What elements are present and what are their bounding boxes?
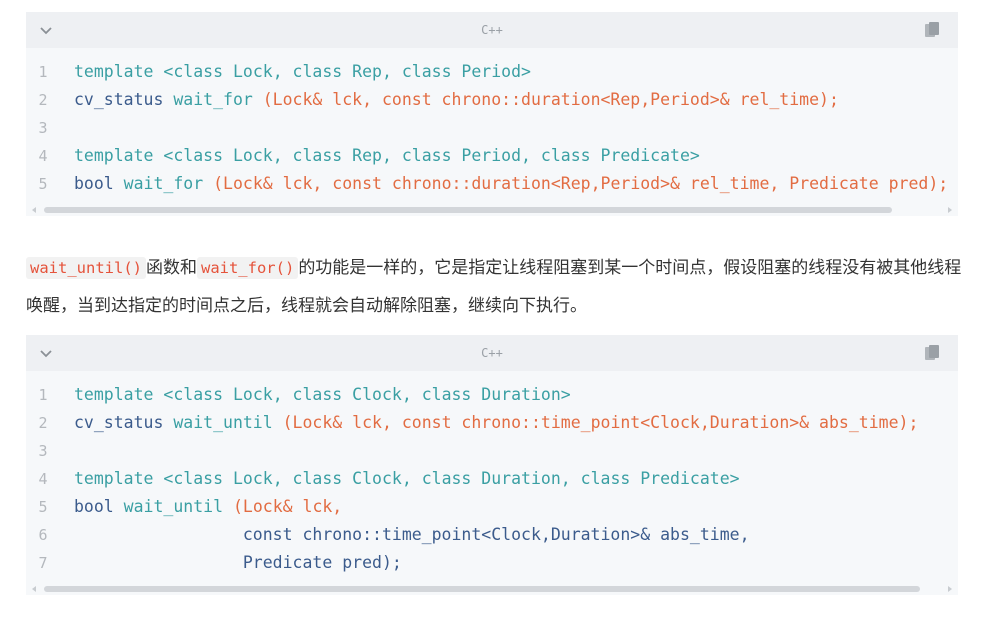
scroll-thumb[interactable] [44, 207, 892, 213]
code-line: 3 [26, 437, 958, 465]
scroll-right-arrow-icon[interactable] [948, 586, 952, 592]
code-line: 7 Predicate pred); [26, 549, 958, 577]
line-number: 2 [38, 414, 48, 432]
line-number: 4 [38, 470, 48, 488]
scroll-left-arrow-icon[interactable] [32, 586, 36, 592]
description-paragraph: wait_until() 函数和 wait_for() 的功能是一样的，它是指定让线程… [26, 249, 966, 325]
line-number: 5 [38, 175, 48, 193]
code-token: Predicate pred); [74, 553, 402, 572]
line-number: 4 [38, 147, 48, 165]
code-token: const chrono::time_point<Clock,Duration>… [74, 525, 750, 544]
code-line: 1 template <class Lock, class Clock, clas… [26, 381, 958, 409]
code-token: cv_status [74, 413, 164, 432]
line-number: 3 [38, 442, 48, 460]
code-line: 1 template <class Lock, class Rep, class … [26, 58, 958, 86]
line-number: 1 [38, 386, 48, 404]
code-token: wait_until [113, 497, 233, 516]
code-text: template <class Lock, class Rep, class P… [74, 142, 700, 170]
inline-code-wait-for: wait_for() [196, 257, 299, 279]
line-number: 3 [38, 119, 48, 137]
code-block-2: C++ 1 template <class Lock, class Clock, … [26, 335, 958, 595]
code-text: cv_status wait_for (Lock& lck, const chr… [74, 86, 839, 114]
code-text: cv_status wait_until (Lock& lck, const c… [74, 409, 918, 437]
code-line: 6 const chrono::time_point<Clock,Duratio… [26, 521, 958, 549]
code-token: wait_until [163, 413, 283, 432]
code-text: template <class Lock, class Clock, class… [74, 381, 571, 409]
code-line: 2 cv_status wait_for (Lock& lck, const ch… [26, 86, 958, 114]
code-line: 5 bool wait_until (Lock& lck, [26, 493, 958, 521]
code-token: template [74, 385, 154, 404]
code-text: const chrono::time_point<Clock,Duration>… [74, 521, 750, 549]
code-line: 4 template <class Lock, class Rep, class … [26, 142, 958, 170]
line-number: 7 [38, 554, 48, 572]
code-text: bool wait_until (Lock& lck, [74, 493, 342, 521]
code-text: template <class Lock, class Rep, class P… [74, 58, 531, 86]
code-text: template <class Lock, class Clock, class… [74, 465, 740, 493]
code-text: Predicate pred); [74, 549, 402, 577]
paragraph-text: 函数和 [145, 258, 197, 278]
code-block-1: C++ 1 template <class Lock, class Rep, cl… [26, 12, 958, 216]
code-token: template [74, 469, 154, 488]
code-body[interactable]: 1 template <class Lock, class Rep, class … [26, 48, 958, 206]
code-token: <class Lock, class Clock, class Duration… [153, 469, 740, 488]
code-token: <class Lock, class Rep, class Period, cl… [153, 146, 700, 165]
line-number: 6 [38, 526, 48, 544]
code-token: (Lock& lck, const chrono::duration<Rep,P… [262, 90, 839, 109]
horizontal-scrollbar[interactable] [28, 206, 956, 216]
line-number: 2 [38, 91, 48, 109]
code-token: <class Lock, class Rep, class Period> [153, 62, 531, 81]
code-token: wait_for [163, 90, 263, 109]
code-token: (Lock& lck, const chrono::time_point<Clo… [282, 413, 919, 432]
inline-code-wait-until: wait_until() [26, 257, 146, 279]
code-token: bool [74, 497, 114, 516]
code-line: 4 template <class Lock, class Clock, clas… [26, 465, 958, 493]
scroll-left-arrow-icon[interactable] [32, 207, 36, 213]
code-token: wait_for [113, 174, 214, 193]
horizontal-scrollbar[interactable] [28, 585, 956, 595]
code-block-header: C++ [26, 12, 958, 48]
code-token: template [74, 62, 154, 81]
line-number: 1 [38, 63, 48, 81]
scroll-right-arrow-icon[interactable] [948, 207, 952, 213]
scroll-thumb[interactable] [44, 586, 920, 592]
copy-icon[interactable] [922, 20, 942, 40]
code-token: bool [74, 174, 114, 193]
code-token: template [74, 146, 154, 165]
code-token: <class Lock, class Clock, class Duration… [153, 385, 571, 404]
code-block-header: C++ [26, 335, 958, 371]
line-number: 5 [38, 498, 48, 516]
code-line: 3 [26, 114, 958, 142]
code-token: cv_status [74, 90, 164, 109]
code-token: (Lock& lck, const chrono::duration<Rep,P… [213, 174, 949, 193]
code-language-label: C++ [481, 23, 503, 37]
code-text: bool wait_for (Lock& lck, const chrono::… [74, 170, 948, 198]
code-token: (Lock& lck, [232, 497, 343, 516]
code-language-label: C++ [481, 346, 503, 360]
copy-icon[interactable] [922, 343, 942, 363]
code-body[interactable]: 1 template <class Lock, class Clock, clas… [26, 371, 958, 585]
code-line: 2 cv_status wait_until (Lock& lck, const … [26, 409, 958, 437]
code-line: 5 bool wait_for (Lock& lck, const chrono:… [26, 170, 958, 198]
